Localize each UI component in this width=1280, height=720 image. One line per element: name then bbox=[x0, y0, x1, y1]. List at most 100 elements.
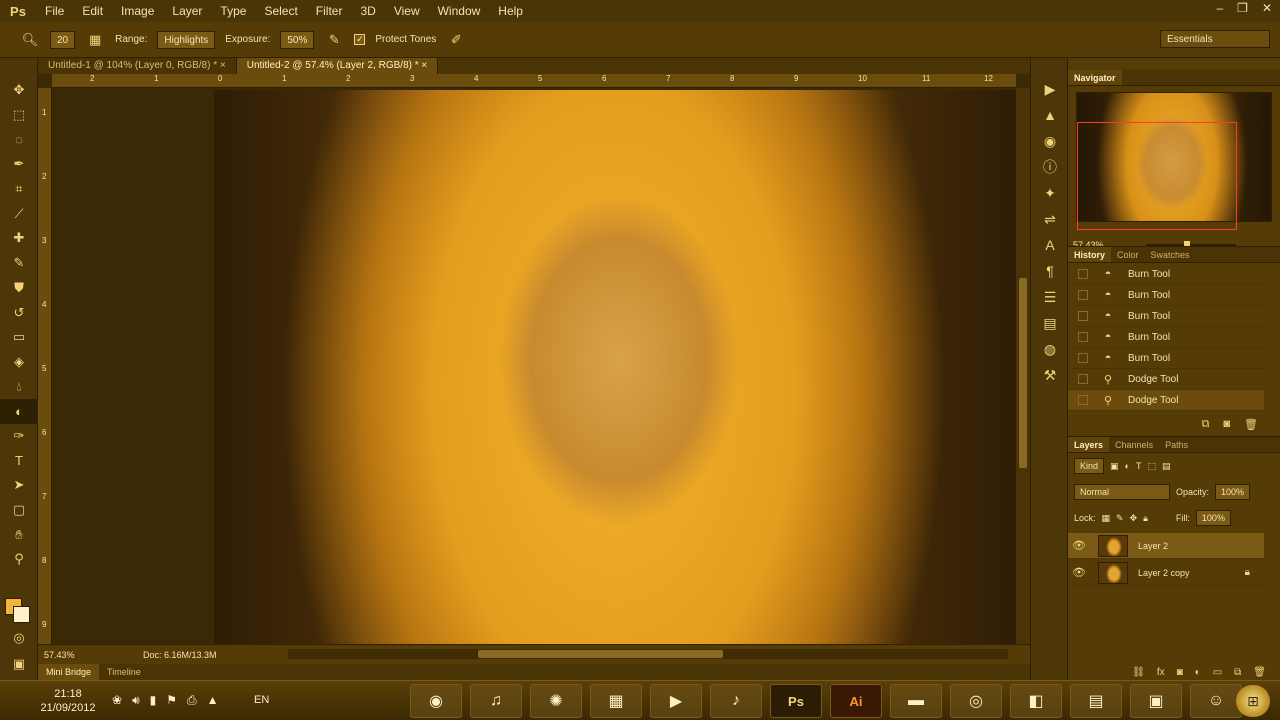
range-select[interactable]: Highlights bbox=[157, 30, 216, 49]
history-item[interactable]: ◓ Burn Tool bbox=[1068, 306, 1264, 327]
layer-kind-select[interactable]: Kind bbox=[1074, 458, 1105, 474]
history-snapshot-checkbox[interactable] bbox=[1078, 290, 1088, 300]
dodge-tool-preset-icon[interactable]: 🔍︎ bbox=[20, 30, 40, 50]
styles-icon[interactable]: ◍ bbox=[1031, 336, 1069, 362]
menu-edit[interactable]: Edit bbox=[73, 0, 112, 22]
move-tool-icon[interactable]: ✥ bbox=[0, 78, 38, 103]
menu-select[interactable]: Select bbox=[255, 0, 306, 22]
protect-tones-checkbox[interactable]: ✓ bbox=[354, 34, 366, 45]
illustrator-taskbar-icon[interactable]: Ai bbox=[830, 684, 882, 718]
media-player-taskbar-icon[interactable]: ▶ bbox=[650, 684, 702, 718]
exposure-input[interactable]: 50% bbox=[280, 30, 315, 49]
adjustment-filter-icon[interactable]: ◐ bbox=[1125, 461, 1130, 471]
vertical-scroll-thumb[interactable] bbox=[1019, 278, 1027, 468]
vertical-scrollbar[interactable] bbox=[1016, 88, 1030, 644]
tab-timeline[interactable]: Timeline bbox=[99, 664, 149, 680]
type-tool-icon[interactable]: T bbox=[0, 448, 38, 473]
new-group-icon[interactable]: ▭ bbox=[1213, 667, 1222, 678]
new-document-from-state-icon[interactable]: ⧉ bbox=[1202, 418, 1210, 431]
folder-taskbar-icon[interactable]: ▬ bbox=[890, 684, 942, 718]
history-item[interactable]: ◓ Burn Tool bbox=[1068, 264, 1264, 285]
menu-type[interactable]: Type bbox=[211, 0, 255, 22]
zoom-tool-icon[interactable]: ⚲ bbox=[0, 547, 38, 572]
background-color-swatch[interactable] bbox=[13, 606, 30, 623]
history-snapshot-checkbox[interactable] bbox=[1078, 374, 1088, 384]
tab-navigator[interactable]: Navigator bbox=[1068, 70, 1122, 85]
tab-swatches[interactable]: Swatches bbox=[1145, 247, 1196, 262]
printer-icon[interactable]: ⎙ bbox=[187, 693, 197, 708]
eyedropper-tool-icon[interactable]: ⟋ bbox=[0, 201, 38, 226]
type-filter-icon[interactable]: T bbox=[1136, 461, 1142, 471]
history-item[interactable]: ⚲ Dodge Tool bbox=[1068, 369, 1264, 390]
quick-select-tool-icon[interactable]: ✒ bbox=[0, 152, 38, 177]
lock-all-icon[interactable]: 🔒︎ bbox=[1143, 513, 1148, 524]
menu-help[interactable]: Help bbox=[489, 0, 532, 22]
opacity-input[interactable]: 100% bbox=[1215, 484, 1251, 500]
notes-icon[interactable]: ▤ bbox=[1031, 310, 1069, 336]
airbrush-icon[interactable]: ✎ bbox=[324, 30, 344, 50]
dodge-tool-icon[interactable]: ◐ bbox=[0, 398, 38, 424]
portrait-image[interactable] bbox=[214, 90, 1016, 644]
horizontal-scroll-thumb[interactable] bbox=[478, 650, 723, 658]
layer-row-layer-2[interactable]: 👁︎ Layer 2 bbox=[1068, 533, 1264, 559]
history-snapshot-checkbox[interactable] bbox=[1078, 311, 1088, 321]
video-app-taskbar-icon[interactable]: ▦ bbox=[590, 684, 642, 718]
history-item[interactable]: ◓ Burn Tool bbox=[1068, 285, 1264, 306]
screen-mode-icon[interactable]: ▣ bbox=[0, 652, 38, 677]
explorer-taskbar-icon[interactable]: ◧ bbox=[1010, 684, 1062, 718]
minimize-button[interactable]: – bbox=[1216, 0, 1223, 16]
fill-input[interactable]: 100% bbox=[1195, 510, 1231, 526]
adjustments-icon[interactable]: ◉ bbox=[1031, 128, 1069, 154]
tab-layers[interactable]: Layers bbox=[1068, 437, 1110, 452]
rectangle-tool-icon[interactable]: ▢ bbox=[0, 498, 38, 523]
layer-mask-icon[interactable]: ◙ bbox=[1177, 667, 1183, 678]
blend-mode-select[interactable]: Normal bbox=[1074, 484, 1170, 500]
blur-tool-icon[interactable]: 💧︎ bbox=[0, 374, 38, 399]
itunes-taskbar-icon[interactable]: ♫ bbox=[470, 684, 522, 718]
canvas-area[interactable] bbox=[52, 88, 1016, 644]
new-layer-icon[interactable]: ⧉ bbox=[1234, 667, 1241, 678]
eraser-tool-icon[interactable]: ▭ bbox=[0, 325, 38, 350]
itunes-alt-taskbar-icon[interactable]: ♪ bbox=[710, 684, 762, 718]
notepad-taskbar-icon[interactable]: ▤ bbox=[1070, 684, 1122, 718]
zoom-level[interactable]: 57.43% bbox=[38, 650, 88, 660]
histogram-icon[interactable]: ▲ bbox=[1031, 102, 1069, 128]
network-signal-icon[interactable]: ▮ bbox=[150, 693, 157, 708]
brush-size-picker[interactable]: 20 bbox=[50, 30, 76, 49]
brush-presets-icon[interactable]: ✦ bbox=[1031, 180, 1069, 206]
language-indicator[interactable]: EN bbox=[254, 694, 269, 706]
doc-size[interactable]: Doc: 6.16M/13.3M bbox=[88, 650, 268, 660]
paragraph-icon[interactable]: ¶ bbox=[1031, 258, 1069, 284]
history-item-selected[interactable]: ⚲ Dodge Tool bbox=[1068, 390, 1264, 411]
quick-mask-icon[interactable]: ◎ bbox=[0, 626, 38, 651]
tab-history[interactable]: History bbox=[1068, 247, 1112, 262]
properties-icon[interactable]: ☰ bbox=[1031, 284, 1069, 310]
history-item[interactable]: ◓ Burn Tool bbox=[1068, 348, 1264, 369]
app-tray-icon[interactable]: ❀ bbox=[112, 693, 122, 708]
menu-layer[interactable]: Layer bbox=[163, 0, 211, 22]
history-snapshot-checkbox[interactable] bbox=[1078, 269, 1088, 279]
clone-source-icon[interactable]: ⇌ bbox=[1031, 206, 1069, 232]
volume-icon[interactable]: 🔊︎ bbox=[132, 693, 140, 708]
user-taskbar-icon[interactable]: ☺ bbox=[1190, 684, 1242, 718]
tab-color[interactable]: Color bbox=[1111, 247, 1145, 262]
healing-brush-tool-icon[interactable]: ✚ bbox=[0, 226, 38, 251]
menu-3d[interactable]: 3D bbox=[351, 0, 384, 22]
workspace-select[interactable]: Essentials bbox=[1160, 30, 1270, 48]
chrome-taskbar-icon[interactable]: ◎ bbox=[950, 684, 1002, 718]
delete-layer-icon[interactable]: 🗑︎ bbox=[1253, 667, 1266, 678]
path-selection-tool-icon[interactable]: ➤ bbox=[0, 473, 38, 498]
firefox-taskbar-icon[interactable]: ◉ bbox=[410, 684, 462, 718]
lock-position-icon[interactable]: ✥ bbox=[1130, 513, 1138, 524]
history-snapshot-checkbox[interactable] bbox=[1078, 332, 1088, 342]
close-button[interactable]: ✕ bbox=[1262, 0, 1272, 16]
photoshop-taskbar-icon[interactable]: Ps bbox=[770, 684, 822, 718]
lock-transparency-icon[interactable]: ▦ bbox=[1102, 513, 1111, 524]
menu-file[interactable]: File bbox=[36, 0, 73, 22]
actions-icon[interactable]: ▶ bbox=[1031, 76, 1069, 102]
snapshot-camera-icon[interactable]: ◙ bbox=[1223, 418, 1230, 430]
tab-untitled-2[interactable]: Untitled-2 @ 57.4% (Layer 2, RGB/8) * × bbox=[236, 58, 439, 74]
history-snapshot-checkbox[interactable] bbox=[1078, 353, 1088, 363]
pen-tool-icon[interactable]: ✑ bbox=[0, 424, 38, 449]
menu-view[interactable]: View bbox=[385, 0, 429, 22]
